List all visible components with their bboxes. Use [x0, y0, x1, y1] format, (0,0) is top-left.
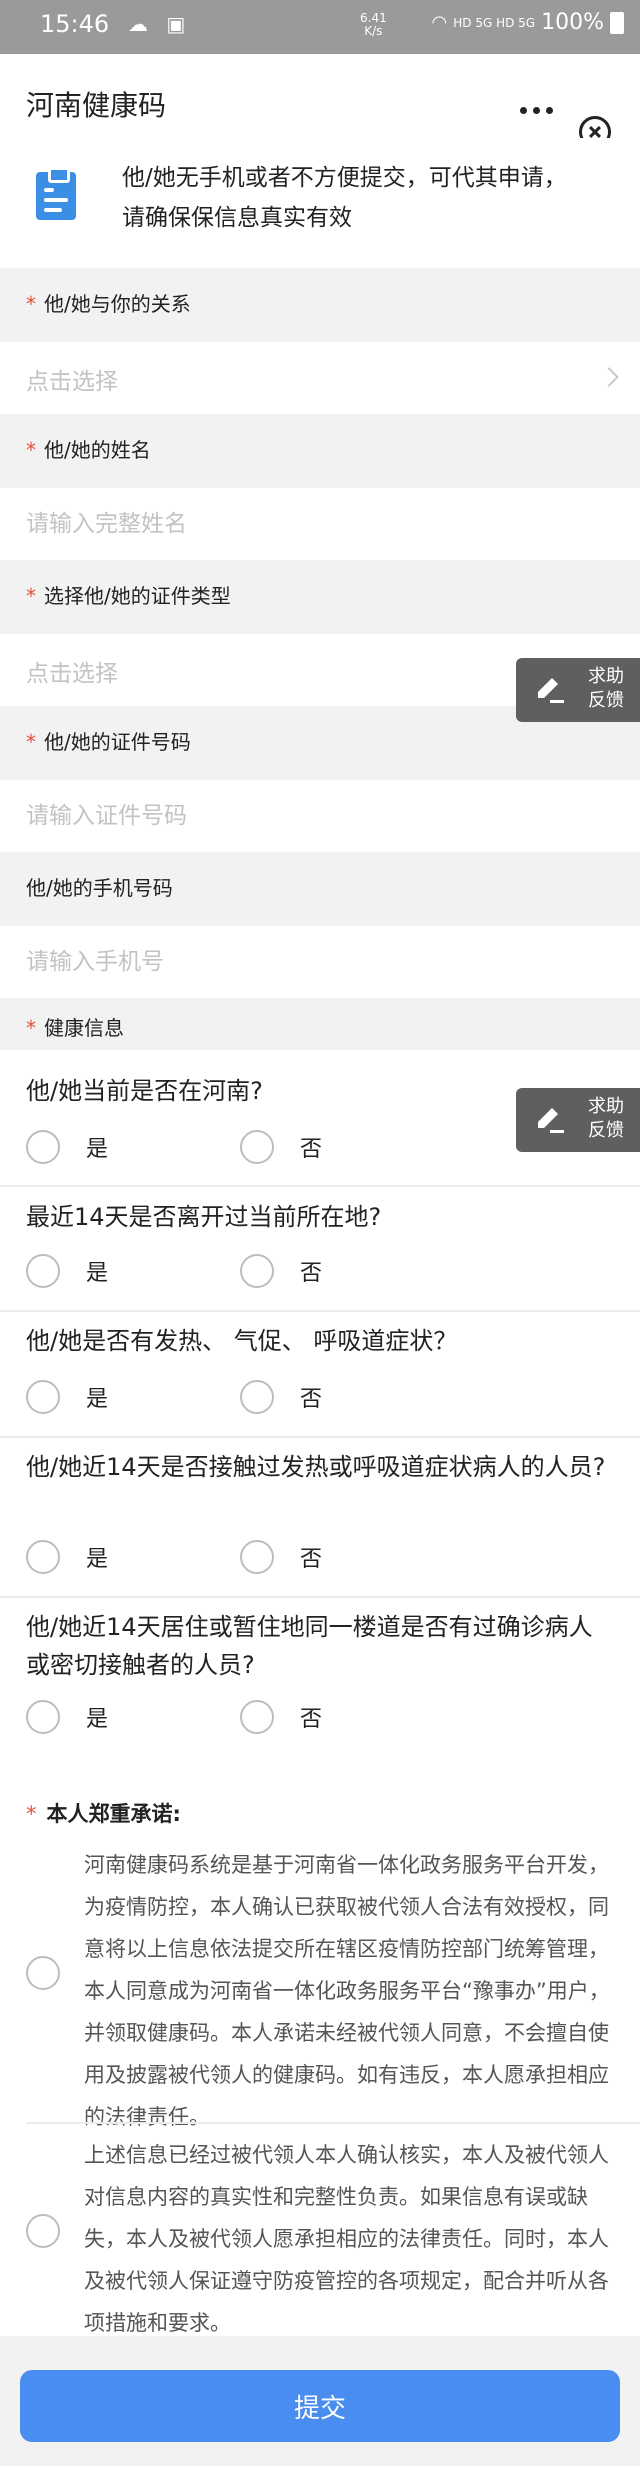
q1-yes-radio[interactable]: 是	[26, 1130, 108, 1164]
phone-label-row: 他/她的手机号码	[0, 852, 640, 926]
phone-label: 他/她的手机号码	[26, 876, 173, 900]
id-type-label: 选择他/她的证件类型	[44, 584, 231, 608]
divider	[0, 1596, 640, 1598]
page-title: 河南健康码	[26, 89, 167, 122]
relation-select[interactable]: 点击选择	[0, 342, 640, 414]
promise-2-checkbox[interactable]	[26, 2214, 60, 2248]
divider	[0, 1310, 640, 1312]
q5-yes-radio[interactable]: 是	[26, 1700, 108, 1734]
more-dot-icon	[545, 106, 553, 114]
q1-no-radio[interactable]: 否	[240, 1130, 322, 1164]
wifi-icon: ◠	[431, 12, 448, 33]
q3-yes-radio[interactable]: 是	[26, 1380, 108, 1414]
name-label: 他/她的姓名	[44, 438, 151, 462]
battery-icon	[610, 11, 624, 34]
promise-section: * 本人郑重承诺: 河南健康码系统是基于河南省一体化政务服务平台开发，为疫情防控，…	[0, 1752, 640, 2336]
health-question-3-options: 是 否	[26, 1380, 426, 1420]
proxy-notice: 他/她无手机或者不方便提交，可代其申请， 请确保保信息真实有效	[0, 138, 640, 268]
signal-icon: HD 5G HD 5G	[453, 15, 536, 30]
id-number-label: 他/她的证件号码	[44, 730, 191, 754]
promise-title: 本人郑重承诺:	[46, 1802, 181, 1826]
health-questions: 他/她当前是否在河南? 是 否 最近14天是否离开过当前所在地? 是 否 他/她…	[0, 1050, 640, 1752]
required-star: *	[26, 730, 36, 754]
id-type-label-row: * 选择他/她的证件类型	[0, 560, 640, 634]
help-feedback-button[interactable]: 求助 反馈	[516, 658, 640, 722]
divider	[0, 1436, 640, 1438]
phone-input[interactable]	[0, 926, 640, 998]
name-label-row: * 他/她的姓名	[0, 414, 640, 488]
health-label: 健康信息	[44, 1016, 124, 1040]
status-notification-icons: ☁ ▣	[128, 12, 192, 36]
q2-yes-radio[interactable]: 是	[26, 1254, 108, 1288]
id-number-field-container	[0, 780, 640, 852]
edit-pen-icon	[538, 678, 564, 703]
divider	[0, 1185, 640, 1187]
promise-1-checkbox[interactable]	[26, 1956, 60, 1990]
more-dot-icon	[532, 106, 540, 114]
more-options-button[interactable]	[512, 94, 560, 126]
q3-no-radio[interactable]: 否	[240, 1380, 322, 1414]
notice-text: 他/她无手机或者不方便提交，可代其申请， 请确保保信息真实有效	[122, 165, 567, 231]
required-star: *	[26, 292, 36, 316]
health-question-3: 他/她是否有发热、 气促、 呼吸道症状？	[26, 1327, 458, 1355]
health-question-4-options: 是 否	[26, 1540, 426, 1580]
submit-button[interactable]: 提交	[20, 2370, 620, 2442]
required-star: *	[26, 584, 36, 608]
relation-placeholder: 点击选择	[26, 369, 118, 395]
health-question-5: 他/她近14天居住或暂住地同一楼道是否有过确诊病人或密切接触者的人员?	[26, 1613, 593, 1679]
q4-no-radio[interactable]: 否	[240, 1540, 322, 1574]
phone-field-container	[0, 926, 640, 998]
health-question-2: 最近14天是否离开过当前所在地?	[26, 1203, 382, 1231]
status-time: 15:46	[40, 10, 110, 38]
relation-label-row: * 他/她与你的关系	[0, 268, 640, 342]
promise-1-text: 河南健康码系统是基于河南省一体化政务服务平台开发，为疫情防控，本人确认已获取被代…	[84, 1853, 610, 2129]
name-field-container	[0, 488, 640, 560]
help-feedback-button[interactable]: 求助 反馈	[516, 1088, 640, 1152]
id-number-input[interactable]	[0, 780, 640, 852]
health-question-5-options: 是 否	[26, 1700, 426, 1740]
health-question-1-options: 是 否	[26, 1130, 426, 1170]
required-star: *	[26, 1016, 36, 1040]
id-type-placeholder: 点击选择	[26, 661, 118, 687]
chevron-right-icon	[599, 367, 619, 387]
health-question-2-options: 是 否	[26, 1254, 426, 1294]
required-star: *	[26, 1802, 37, 1826]
relation-label: 他/她与你的关系	[44, 292, 191, 316]
q2-no-radio[interactable]: 否	[240, 1254, 322, 1288]
health-question-4: 他/她近14天是否接触过发热或呼吸道症状病人的人员?	[26, 1453, 606, 1481]
promise-2-text: 上述信息已经过被代领人本人确认核实，本人及被代领人对信息内容的真实性和完整性负责…	[84, 2143, 609, 2335]
name-input[interactable]	[0, 488, 640, 560]
q5-no-radio[interactable]: 否	[240, 1700, 322, 1734]
required-star: *	[26, 438, 36, 462]
divider	[26, 2122, 640, 2124]
battery-level: 100%	[541, 10, 604, 35]
net-speed: 6.41 K/s	[360, 11, 387, 38]
status-bar: 15:46 ☁ ▣ 6.41 K/s ◠ HD 5G HD 5G 100%	[0, 0, 640, 54]
q4-yes-radio[interactable]: 是	[26, 1540, 108, 1574]
clipboard-user-icon	[36, 167, 76, 220]
more-dot-icon	[519, 106, 527, 114]
edit-pen-icon	[538, 1108, 564, 1133]
health-label-row: * 健康信息	[0, 998, 640, 1050]
